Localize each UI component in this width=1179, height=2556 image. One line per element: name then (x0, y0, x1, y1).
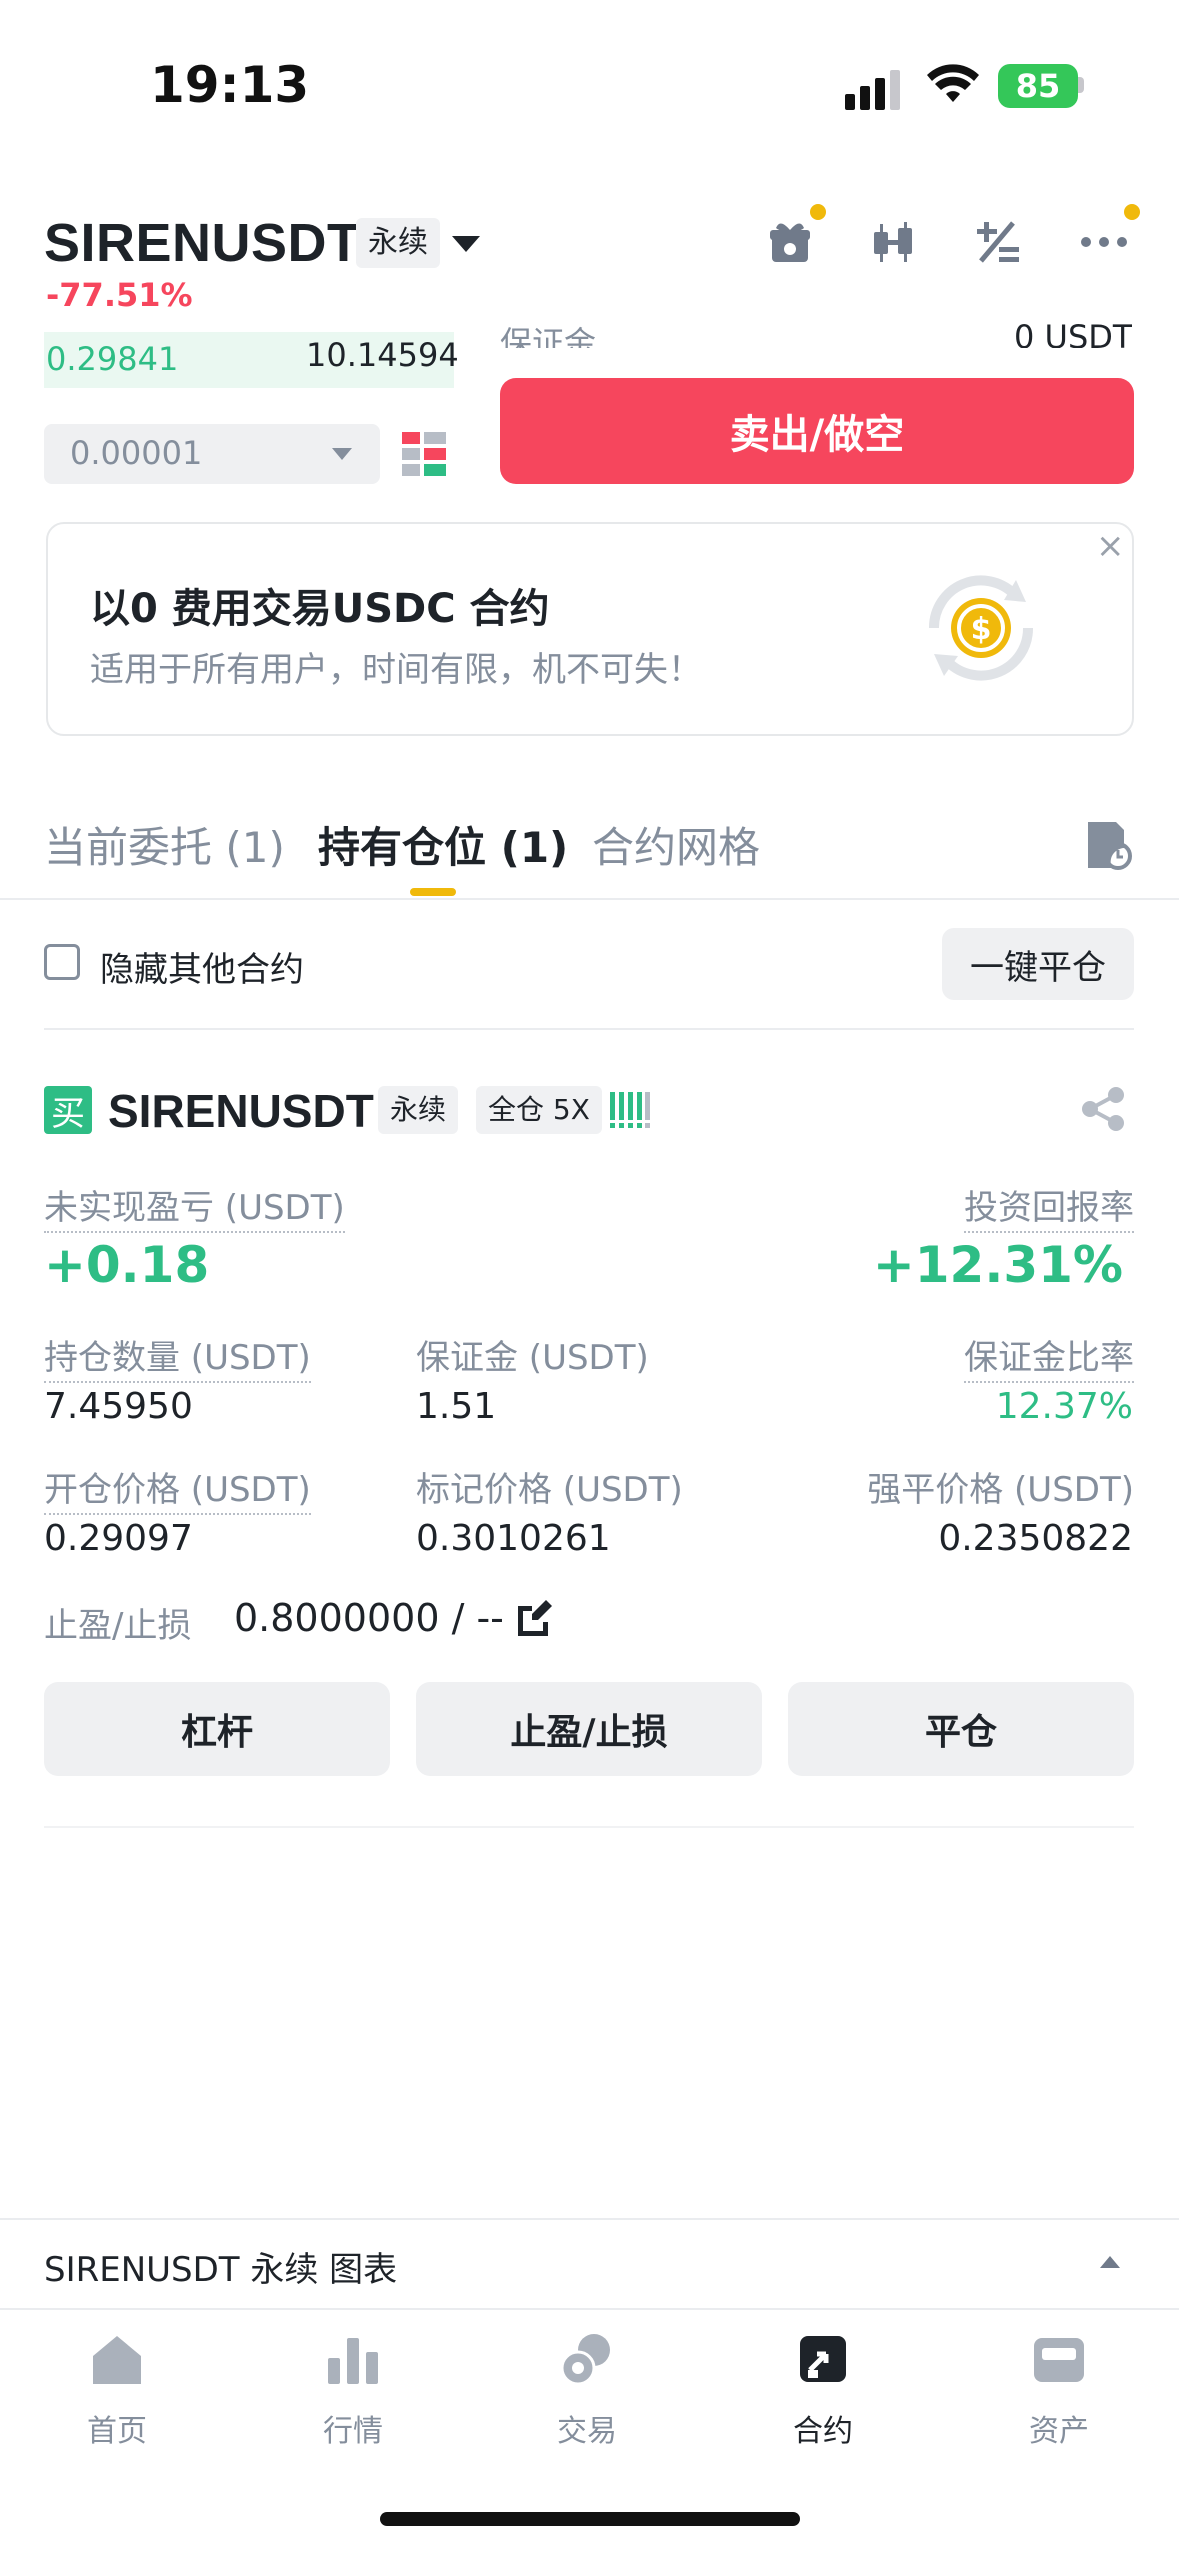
more-icon[interactable] (1074, 212, 1134, 272)
margin-value: 0 USDT (1014, 318, 1133, 348)
price-step-value: 0.00001 (70, 434, 203, 472)
hide-other-label[interactable]: 隐藏其他合约 (100, 942, 304, 991)
nav-home[interactable]: 首页 (42, 2330, 192, 2450)
battery-indicator: 85 (998, 64, 1078, 108)
home-icon (93, 2336, 141, 2384)
svg-text:$: $ (971, 612, 992, 647)
margin-value: 1.51 (416, 1386, 497, 1427)
order-history-icon[interactable] (1084, 818, 1132, 870)
edit-icon[interactable] (514, 1596, 554, 1636)
sell-short-button[interactable]: 卖出/做空 (500, 378, 1134, 484)
orderbook-price[interactable]: 0.29841 (46, 340, 178, 378)
banner-subtitle: 适用于所有用户，时间有限，机不可失！ (90, 650, 702, 690)
tabs-divider (0, 898, 1179, 900)
wifi-icon (927, 64, 979, 102)
share-icon[interactable] (1080, 1086, 1126, 1132)
more-notification-dot (1124, 204, 1140, 220)
orderbook-layout-icon[interactable] (402, 432, 446, 476)
margin-ratio-label[interactable]: 保证金比率 (964, 1330, 1134, 1383)
nav-label: 合约 (793, 2414, 853, 2449)
battery-nub (1078, 77, 1084, 93)
margin-label: 保证金 (USDT) (416, 1338, 649, 1378)
chevron-down-icon (332, 448, 352, 460)
nav-label: 资产 (1029, 2414, 1089, 2449)
banner-title: 以0 费用交易USDC 合约 (90, 586, 550, 632)
liq-price-label: 强平价格 (USDT) (867, 1470, 1134, 1510)
candlestick-icon[interactable] (864, 212, 924, 272)
size-value: 7.45950 (44, 1386, 193, 1427)
position-pair[interactable]: SIRENUSDT (108, 1084, 374, 1138)
divider (44, 1826, 1134, 1828)
mark-price-label: 标记价格 (USDT) (416, 1470, 683, 1510)
price-change: -77.51% (46, 276, 193, 314)
roi-value: +12.31% (872, 1236, 1123, 1294)
margin-mode-tag[interactable]: 全仓 5X (476, 1086, 602, 1134)
margin-label: 保证金 (500, 324, 597, 348)
unrealized-pnl-value: +0.18 (44, 1236, 210, 1294)
tab-open-orders[interactable]: 当前委托 (1) (44, 814, 285, 875)
side-badge: 买 (44, 1086, 92, 1134)
nav-futures[interactable]: 合约 (748, 2330, 898, 2450)
chevron-up-icon[interactable] (1100, 2256, 1120, 2268)
tpsl-button[interactable]: 止盈/止损 (416, 1682, 762, 1776)
close-icon[interactable]: × (1096, 526, 1125, 566)
nav-assets[interactable]: 资产 (984, 2330, 1134, 2450)
leverage-level-icon (610, 1092, 650, 1128)
position-contract-tag: 永续 (378, 1086, 459, 1134)
hide-other-checkbox[interactable] (44, 944, 80, 980)
size-label[interactable]: 持仓数量 (USDT) (44, 1330, 311, 1383)
usdc-coin-icon: $ (928, 575, 1034, 681)
pair-dropdown-icon[interactable] (452, 236, 480, 252)
tab-grid[interactable]: 合约网格 (592, 814, 760, 875)
leverage-button[interactable]: 杠杆 (44, 1682, 390, 1776)
chart-drawer-label: SIRENUSDT 永续 图表 (44, 2250, 398, 2290)
contract-type-tag: 永续 (356, 218, 440, 268)
entry-price-value: 0.29097 (44, 1518, 193, 1559)
close-all-button[interactable]: 一键平仓 (942, 928, 1134, 1000)
nav-label: 交易 (557, 2414, 617, 2449)
home-indicator (380, 2512, 800, 2526)
status-time: 19:13 (150, 56, 310, 114)
wallet-icon (1034, 2338, 1084, 2382)
close-position-button[interactable]: 平仓 (788, 1682, 1134, 1776)
tab-positions[interactable]: 持有仓位 (1) (318, 814, 568, 875)
entry-price-label[interactable]: 开仓价格 (USDT) (44, 1462, 311, 1515)
nav-markets[interactable]: 行情 (278, 2330, 428, 2450)
unrealized-pnl-label[interactable]: 未实现盈亏 (USDT) (44, 1180, 345, 1233)
calculator-icon[interactable] (968, 212, 1028, 272)
bar-chart-icon (328, 2338, 378, 2384)
tpsl-value: 0.8000000 / -- (234, 1596, 504, 1640)
cellular-signal-icon (845, 70, 900, 110)
tpsl-label: 止盈/止损 (44, 1606, 192, 1646)
orderbook-qty: 10.14594 (306, 336, 459, 374)
mark-price-value: 0.3010261 (416, 1518, 611, 1559)
nav-trade[interactable]: 交易 (512, 2330, 662, 2450)
divider (44, 1028, 1134, 1030)
gift-notification-dot (810, 204, 826, 220)
gift-icon[interactable] (760, 212, 820, 272)
futures-icon (800, 2336, 846, 2382)
roi-label[interactable]: 投资回报率 (964, 1180, 1134, 1233)
nav-label: 首页 (87, 2414, 147, 2449)
pair-title[interactable]: SIRENUSDT (44, 212, 361, 274)
liq-price-value: 0.2350822 (938, 1518, 1133, 1559)
active-tab-indicator (410, 888, 456, 896)
margin-ratio-value: 12.37% (995, 1386, 1133, 1427)
trade-coins-icon (560, 2334, 610, 2386)
nav-label: 行情 (323, 2414, 383, 2449)
